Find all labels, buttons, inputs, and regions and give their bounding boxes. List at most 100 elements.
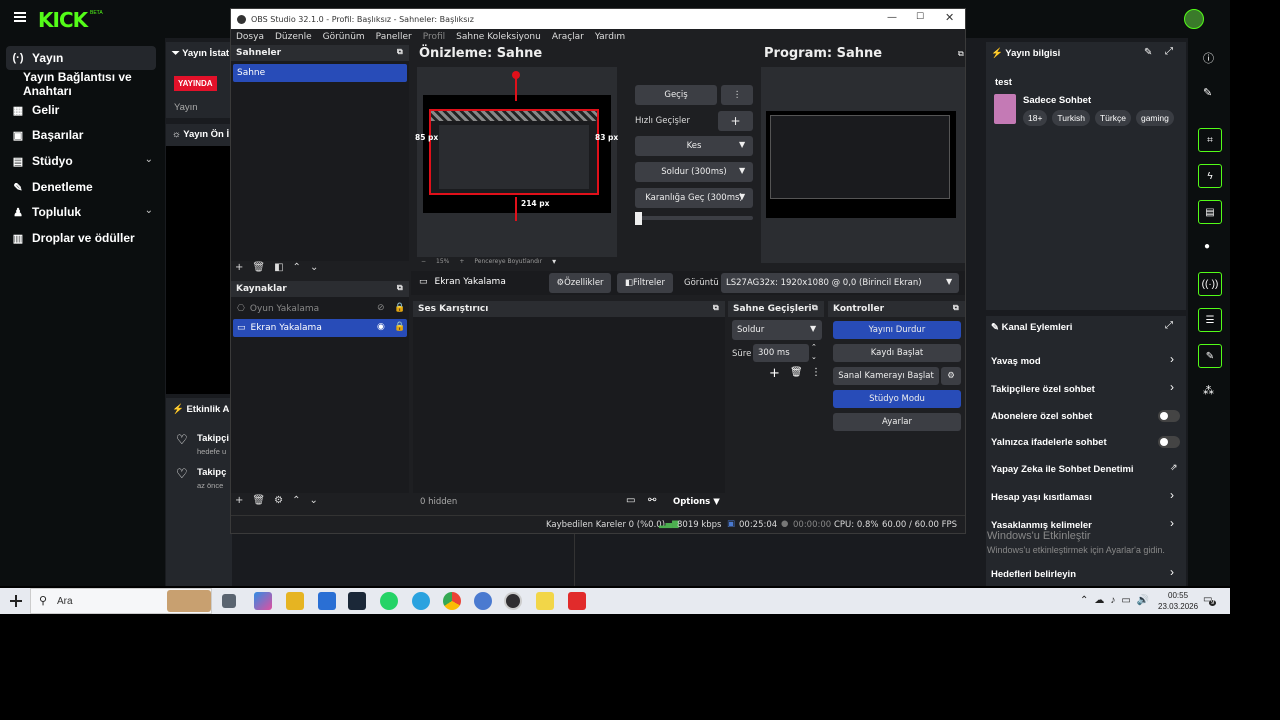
menu-sahne-koleksiyonu[interactable]: Sahne Koleksiyonu xyxy=(456,32,541,42)
trash-icon[interactable]: 🗑 xyxy=(252,262,265,273)
list-icon[interactable]: ☰ xyxy=(1198,308,1222,332)
sidebar-item-basarilar[interactable]: ▣ Başarılar xyxy=(12,124,84,146)
minimize-icon[interactable]: — xyxy=(887,12,897,23)
chevron-down-icon[interactable]: ⌄ xyxy=(145,154,153,165)
more-options-icon[interactable]: ⋮ xyxy=(721,85,753,105)
category-name[interactable]: Sadece Sohbet xyxy=(1023,95,1091,106)
microphone-icon[interactable]: ♪ xyxy=(1110,595,1115,606)
source-item-game[interactable]: ⎔ Oyun Yakalama ⊘ 🔒 xyxy=(233,300,407,318)
video-app-icon[interactable] xyxy=(568,592,586,610)
dock-undock-icon[interactable]: ⧉ xyxy=(958,49,964,59)
file-explorer-icon[interactable] xyxy=(286,592,304,610)
windows-start-icon[interactable] xyxy=(10,595,22,607)
chevron-right-icon[interactable]: › xyxy=(1170,488,1174,502)
rotate-handle[interactable] xyxy=(512,71,520,79)
transition-select[interactable]: Soldur ▼ xyxy=(732,320,822,340)
menu-profil[interactable]: Profil xyxy=(423,32,445,42)
add-icon[interactable]: + xyxy=(769,366,780,381)
app-icon[interactable] xyxy=(474,592,492,610)
arrow-down-icon[interactable]: ⌄ xyxy=(310,262,318,273)
broadcast-icon[interactable]: ((·)) xyxy=(1198,272,1222,296)
menu-araclar[interactable]: Araçlar xyxy=(552,32,584,42)
volume-icon[interactable]: 🔊 xyxy=(1137,595,1149,606)
chevron-right-icon[interactable]: › xyxy=(1170,352,1174,366)
sidebar-item-denetleme[interactable]: ✎ Denetleme xyxy=(12,176,92,198)
mixer-options-button[interactable]: Options ▼ xyxy=(673,497,720,507)
close-icon[interactable]: ✕ xyxy=(945,11,954,24)
kick-logo[interactable]: KICK xyxy=(38,8,88,32)
dock-undock-icon[interactable]: ⧉ xyxy=(397,47,403,57)
gear-icon[interactable]: ⚙ xyxy=(274,495,283,506)
chevron-down-icon[interactable]: ⌄ xyxy=(145,205,153,216)
dock-undock-icon[interactable]: ⧉ xyxy=(953,303,959,313)
sidebar-item-yayin[interactable]: (·) Yayın xyxy=(12,47,64,69)
duration-stepper[interactable]: ⌃ ⌄ xyxy=(811,342,817,362)
add-icon[interactable]: + xyxy=(235,262,243,273)
chevron-down-icon[interactable]: ▼ xyxy=(810,324,816,333)
pencil-icon[interactable]: ✎ xyxy=(1203,86,1212,99)
sidebar-item-studyo[interactable]: ▤ Stüdyo xyxy=(12,150,157,172)
toggle-switch[interactable] xyxy=(1158,410,1180,422)
edit-icon[interactable]: ✎ xyxy=(1144,47,1152,58)
capture-icon[interactable]: ⌗ xyxy=(1198,128,1222,152)
source-item-screen[interactable]: ▭ Ekran Yakalama ◉ 🔒 xyxy=(233,319,407,337)
quick-transition-karanlik[interactable]: Karanlığa Geç (300ms) ▼ xyxy=(635,188,753,208)
lock-icon[interactable]: 🔒 xyxy=(394,322,405,332)
properties-button[interactable]: ⚙ Özellikler xyxy=(549,273,611,293)
zoom-in-icon[interactable]: + xyxy=(459,258,464,265)
steam-icon[interactable] xyxy=(348,592,366,610)
lock-icon[interactable]: 🔒 xyxy=(394,303,405,313)
whatsapp-icon[interactable] xyxy=(380,592,398,610)
dock-undock-icon[interactable]: ⧉ xyxy=(397,283,403,293)
chevron-down-icon[interactable]: ▼ xyxy=(739,166,745,175)
taskbar-search[interactable]: ⚲ Ara xyxy=(30,588,212,614)
link-icon[interactable]: ⚯ xyxy=(648,495,656,506)
notes-icon[interactable] xyxy=(536,592,554,610)
sidebar-item-gelir[interactable]: ▦ Gelir xyxy=(12,99,60,121)
transition-button[interactable]: Geçiş xyxy=(635,85,717,105)
menu-dosya[interactable]: Dosya xyxy=(236,32,264,42)
filter-icon[interactable]: ◧ xyxy=(274,262,283,273)
cloud-icon[interactable]: ☁ xyxy=(1094,595,1104,606)
chevron-down-icon[interactable]: ▼ xyxy=(739,140,745,149)
hamburger-menu-icon[interactable] xyxy=(14,12,26,14)
network-icon[interactable]: ▭ xyxy=(1121,595,1130,606)
user-avatar[interactable] xyxy=(1184,9,1204,29)
menu-yardim[interactable]: Yardım xyxy=(595,32,625,42)
chat-icon[interactable]: ● xyxy=(1204,241,1210,252)
toggle-switch[interactable] xyxy=(1158,436,1180,448)
dock-undock-icon[interactable]: ⧉ xyxy=(812,303,818,313)
duration-input[interactable]: 300 ms xyxy=(753,344,809,362)
trash-icon[interactable]: 🗑 xyxy=(790,367,803,378)
chevron-right-icon[interactable]: › xyxy=(1170,516,1174,530)
telegram-icon[interactable] xyxy=(412,592,430,610)
store-icon[interactable] xyxy=(318,592,336,610)
dock-undock-icon[interactable]: ⧉ xyxy=(713,303,719,313)
obs-taskbar-icon[interactable] xyxy=(504,592,522,610)
menu-gorunum[interactable]: Görünüm xyxy=(323,32,365,42)
eye-icon[interactable]: ◉ xyxy=(377,322,385,332)
add-icon[interactable]: + xyxy=(718,111,753,131)
popout-icon[interactable]: ⤢ xyxy=(1165,46,1173,57)
chevron-right-icon[interactable]: › xyxy=(1170,380,1174,394)
display-select[interactable]: LS27AG32x: 1920x1080 @ 0,0 (Birincil Ekr… xyxy=(721,273,959,293)
chevron-down-icon[interactable]: ▼ xyxy=(946,277,952,286)
quick-transition-kes[interactable]: Kes ▼ xyxy=(635,136,753,156)
popout-icon[interactable]: ⤢ xyxy=(1165,320,1173,331)
tbar-slider-track[interactable] xyxy=(635,216,753,220)
action-item[interactable]: Takipçilere özel sohbet xyxy=(991,384,1095,395)
menu-paneller[interactable]: Paneller xyxy=(376,32,412,42)
action-item[interactable]: Hesap yaşı kısıtlaması xyxy=(991,492,1092,503)
maximize-icon[interactable]: ☐ xyxy=(916,12,924,22)
lightning-icon[interactable]: ϟ xyxy=(1198,164,1222,188)
start-virtual-camera-button[interactable]: Sanal Kamerayı Başlat xyxy=(833,367,939,385)
share-icon[interactable]: ⁂ xyxy=(1203,384,1214,397)
start-recording-button[interactable]: Kaydı Başlat xyxy=(833,344,961,362)
add-icon[interactable]: + xyxy=(235,495,243,506)
arrow-up-icon[interactable]: ⌃ xyxy=(292,495,300,506)
action-item[interactable]: Yapay Zeka ile Sohbet Denetimi xyxy=(991,464,1134,475)
settings-button[interactable]: Ayarlar xyxy=(833,413,961,431)
tbar-slider-handle[interactable] xyxy=(635,212,642,225)
document-icon[interactable]: ▤ xyxy=(1198,200,1222,224)
zoom-mode[interactable]: Pencereye Boyutlandır xyxy=(474,258,542,265)
